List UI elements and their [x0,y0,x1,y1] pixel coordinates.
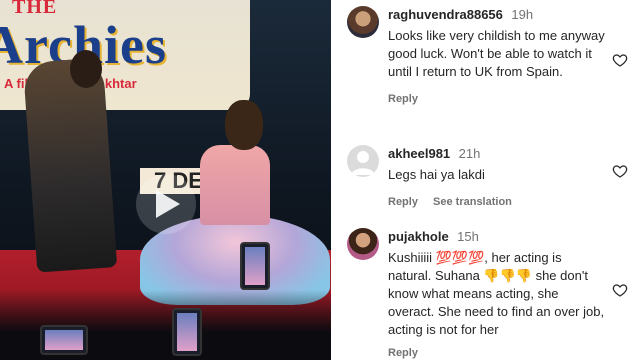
reply-button[interactable]: Reply [388,93,418,105]
video-player[interactable]: THE Archies A film by Zoya Akhtar 7 DE [0,0,331,360]
thumbs-down-emoji: 👎👎👎 [483,268,532,283]
comments-panel: raghuvendra88656 19h Looks like very chi… [331,0,640,360]
heart-icon[interactable] [612,282,628,298]
default-avatar-icon [351,151,375,175]
comment-text: Looks like very childish to me anyway go… [388,28,605,79]
reply-button[interactable]: Reply [388,196,418,208]
comment-text: Legs hai ya lakdi [388,167,485,182]
avatar[interactable] [347,228,379,260]
audience-phone [40,325,88,355]
play-icon [156,190,180,218]
dancer-male [22,57,118,273]
heart-icon[interactable] [612,52,628,68]
audience-phone [240,242,270,290]
dancer-male-head [70,50,102,88]
avatar[interactable] [347,145,379,177]
comment-username[interactable]: pujakhole [388,229,449,244]
audience-phone [172,308,202,356]
play-button[interactable] [136,174,196,234]
avatar[interactable] [347,6,379,38]
comment-time: 15h [457,229,479,244]
comment-username[interactable]: raghuvendra88656 [388,7,503,22]
dancer-female [200,145,270,225]
comment-time: 21h [458,146,481,161]
comment-text-part: Kushiiiii [388,250,436,265]
heart-icon[interactable] [612,163,628,179]
comment-text: Kushiiiii 💯💯💯, her acting is natural. Su… [388,249,608,339]
reply-button[interactable]: Reply [388,347,418,359]
hundred-emoji: 💯💯💯 [435,250,485,265]
comment-time: 19h [511,7,534,22]
comment-username[interactable]: akheel981 [388,146,450,161]
dancer-female-head [225,100,263,150]
see-translation-button[interactable]: See translation [433,196,512,208]
